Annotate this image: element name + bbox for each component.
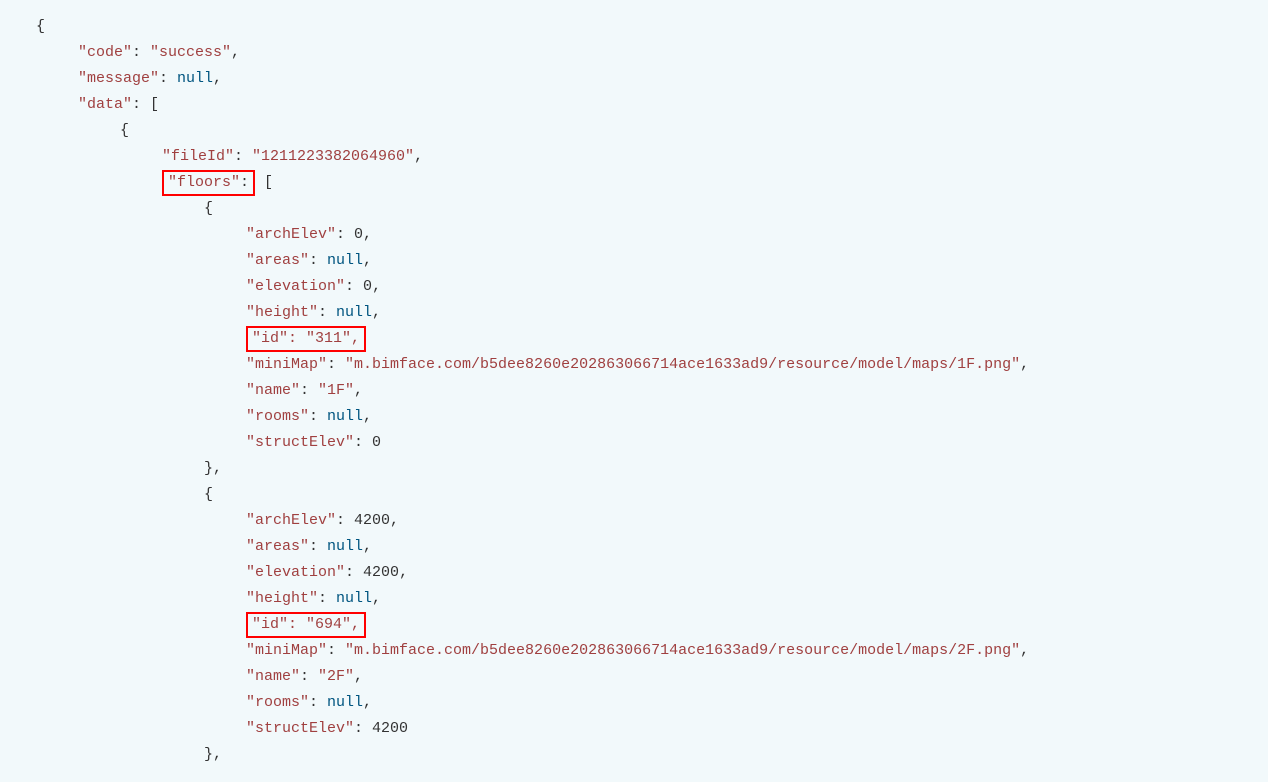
floor1-id: "id": "311", xyxy=(36,326,1268,352)
floor2-structelev: "structElev": 4200 xyxy=(36,716,1268,742)
brace-open: { xyxy=(36,14,1268,40)
highlight-id-311: "id": "311", xyxy=(246,326,366,352)
floor1-open: { xyxy=(36,196,1268,222)
prop-fileid: "fileId": "1211223382064960", xyxy=(36,144,1268,170)
floor2-areas: "areas": null, xyxy=(36,534,1268,560)
floor2-open: { xyxy=(36,482,1268,508)
floor2-close: }, xyxy=(36,742,1268,768)
floor1-close: }, xyxy=(36,456,1268,482)
highlight-floors: "floors": xyxy=(162,170,255,196)
highlight-id-694: "id": "694", xyxy=(246,612,366,638)
json-code-block: { "code": "success", "message": null, "d… xyxy=(36,14,1268,768)
floor1-archelev: "archElev": 0, xyxy=(36,222,1268,248)
floor1-minimap: "miniMap": "m.bimface.com/b5dee8260e2028… xyxy=(36,352,1268,378)
prop-code: "code": "success", xyxy=(36,40,1268,66)
floor1-rooms: "rooms": null, xyxy=(36,404,1268,430)
floor2-archelev: "archElev": 4200, xyxy=(36,508,1268,534)
floor2-height: "height": null, xyxy=(36,586,1268,612)
floor1-structelev: "structElev": 0 xyxy=(36,430,1268,456)
floor1-height: "height": null, xyxy=(36,300,1268,326)
floor1-areas: "areas": null, xyxy=(36,248,1268,274)
data-item-open: { xyxy=(36,118,1268,144)
prop-message: "message": null, xyxy=(36,66,1268,92)
floor1-elevation: "elevation": 0, xyxy=(36,274,1268,300)
floor2-id: "id": "694", xyxy=(36,612,1268,638)
floor2-rooms: "rooms": null, xyxy=(36,690,1268,716)
floor2-minimap: "miniMap": "m.bimface.com/b5dee8260e2028… xyxy=(36,638,1268,664)
prop-data: "data": [ xyxy=(36,92,1268,118)
prop-floors: "floors": [ xyxy=(36,170,1268,196)
floor1-name: "name": "1F", xyxy=(36,378,1268,404)
floor2-elevation: "elevation": 4200, xyxy=(36,560,1268,586)
floor2-name: "name": "2F", xyxy=(36,664,1268,690)
